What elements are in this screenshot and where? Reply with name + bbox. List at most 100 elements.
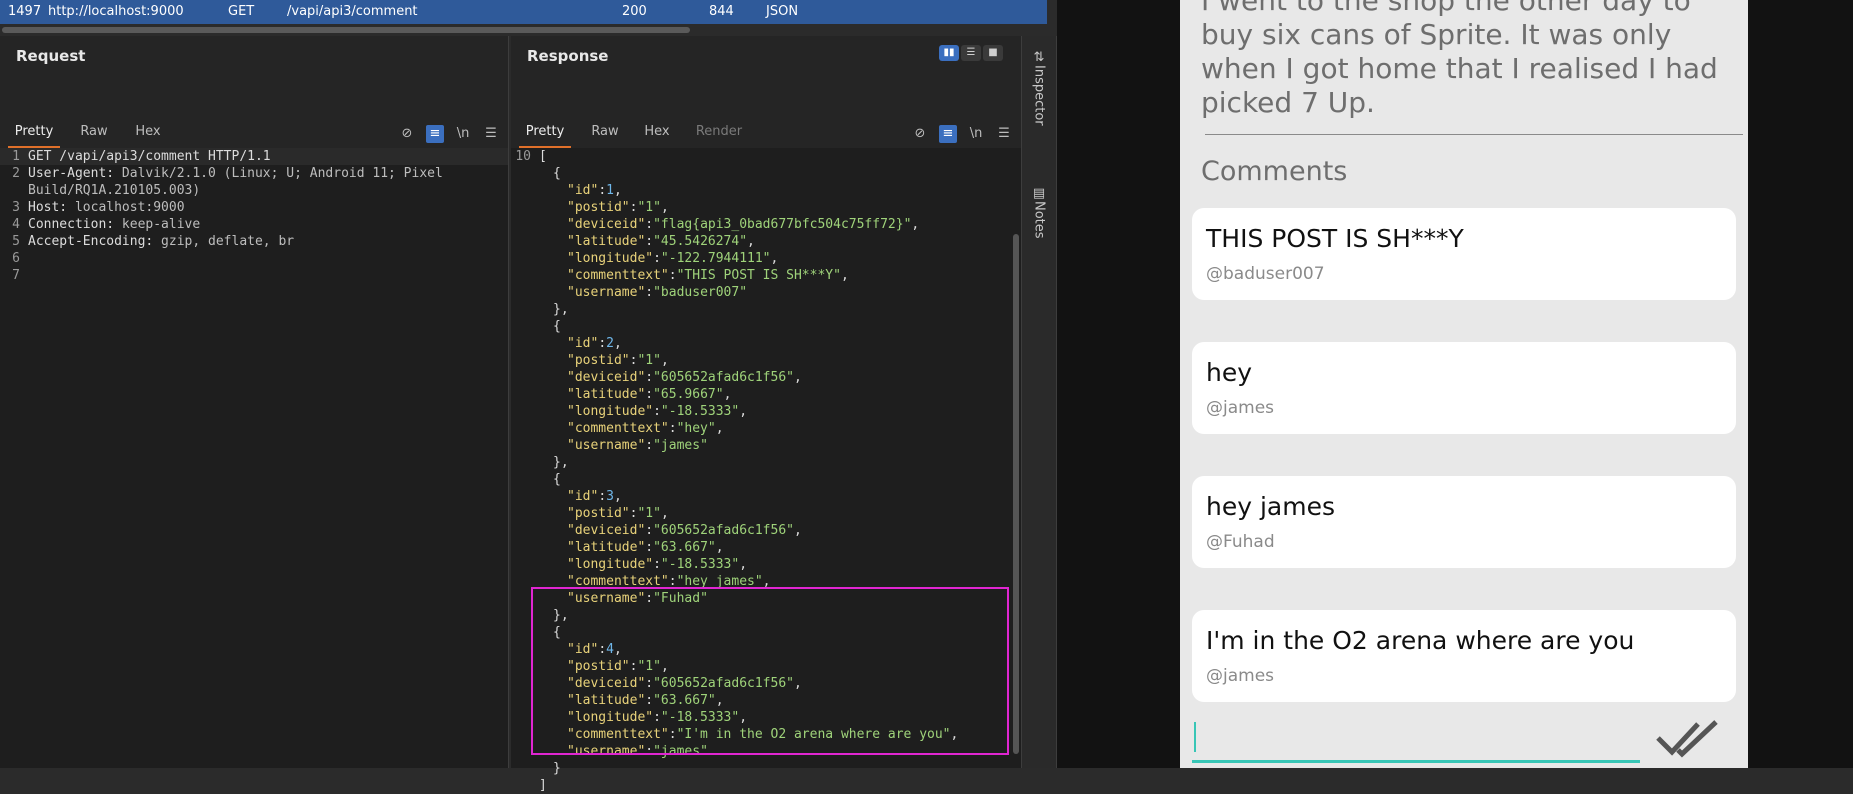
response-line: ] <box>539 778 547 793</box>
history-length: 844 <box>709 4 734 19</box>
request-line: 2 User-Agent: Dalvik/2.1.0 (Linux; U; And… <box>12 166 443 181</box>
wrap-icon[interactable]: ≡ <box>939 125 957 143</box>
split-view-icon[interactable]: ▮▮ <box>939 45 959 61</box>
inspector-toggle[interactable]: ⇅ Inspector <box>1022 50 1056 130</box>
history-mime: JSON <box>766 4 799 19</box>
request-line: 1 GET /vapi/api3/comment HTTP/1.1 <box>0 148 508 165</box>
comment-input[interactable] <box>1192 710 1640 763</box>
response-vertical-scrollbar[interactable] <box>1013 234 1019 754</box>
response-editor[interactable]: 10[ { "id":1, "postid":"1", "deviceid":"fla… <box>511 148 1021 793</box>
inspector-label: Inspector <box>1031 65 1047 126</box>
response-field-line: "commenttext":"hey", <box>567 421 724 436</box>
post-text: I went to the shop the other day to buy … <box>1201 0 1718 119</box>
newline-icon[interactable]: \n <box>454 125 472 143</box>
send-double-check-icon[interactable] <box>1654 716 1724 760</box>
menu-icon[interactable]: ☰ <box>995 125 1013 143</box>
response-field-line: "commenttext":"THIS POST IS SH***Y", <box>567 268 849 283</box>
hide-icon[interactable]: ⊘ <box>911 125 929 143</box>
response-field-line: "deviceid":"605652afad6c1f56", <box>567 523 802 538</box>
response-field-line: "longitude":"-18.5333", <box>567 404 748 419</box>
request-tabs: Pretty Raw Hex ⊘ ≡ \n ☰ <box>0 82 508 149</box>
comment-username: @Fuhad <box>1206 532 1275 552</box>
comment-card[interactable]: I'm in the O2 arena where are you @james <box>1192 610 1736 702</box>
comment-text: I'm in the O2 arena where are you <box>1206 626 1635 655</box>
notes-icon: ▤ <box>1032 186 1046 201</box>
response-field-line: "postid":"1", <box>567 659 669 674</box>
menu-icon[interactable]: ☰ <box>482 125 500 143</box>
stacked-view-icon[interactable]: ☰ <box>961 45 981 61</box>
screen-margin <box>1748 0 1853 768</box>
single-view-icon[interactable]: ■ <box>983 45 1003 61</box>
response-json-body: { "id":1, "postid":"1", "deviceid":"flag{ap… <box>511 165 1021 777</box>
comment-text: hey <box>1206 358 1253 387</box>
view-layout-toggle: ▮▮ ☰ ■ <box>939 45 1003 61</box>
response-line: { <box>553 319 561 334</box>
response-field-line: "commenttext":"I'm in the O2 arena where… <box>567 727 959 742</box>
response-panel: Response Pretty Raw Hex Render ⊘ ≡ \n ☰ … <box>511 36 1022 793</box>
tab-response-pretty[interactable]: Pretty <box>519 122 571 149</box>
tab-response-render[interactable]: Render <box>691 122 747 146</box>
response-field-line: "username":"james" <box>567 744 708 759</box>
notes-toggle[interactable]: ▤ Notes <box>1022 186 1056 243</box>
response-field-line: "longitude":"-122.7944111", <box>567 251 779 266</box>
comment-username: @james <box>1206 666 1275 686</box>
request-editor[interactable]: 1 GET /vapi/api3/comment HTTP/1.1 2 User-A… <box>0 148 508 768</box>
divider <box>1205 134 1743 135</box>
history-path: /vapi/api3/comment <box>287 4 418 19</box>
wrap-icon[interactable]: ≡ <box>426 125 444 143</box>
hide-icon[interactable]: ⊘ <box>398 125 416 143</box>
side-rail: ⇅ Inspector ▤ Notes <box>1022 36 1057 768</box>
horizontal-scroll-thumb[interactable] <box>2 27 690 33</box>
response-field-line: "latitude":"63.667", <box>567 693 724 708</box>
response-field-line: "id":3, <box>567 489 622 504</box>
mobile-app: I went to the shop the other day to buy … <box>1180 0 1748 768</box>
request-line: 5 Accept-Encoding: gzip, deflate, br <box>12 234 295 249</box>
response-field-line: "deviceid":"flag{api3_0bad677bfc504c75ff… <box>567 217 920 232</box>
response-line: } <box>553 761 561 776</box>
request-panel: Request Pretty Raw Hex ⊘ ≡ \n ☰ 1 GET /va… <box>0 36 509 768</box>
response-line: }, <box>553 455 569 470</box>
response-field-line: "username":"james" <box>567 438 708 453</box>
comment-username: @james <box>1206 398 1275 418</box>
response-line: 10[ <box>515 149 547 164</box>
comment-card[interactable]: hey james @Fuhad <box>1192 476 1736 568</box>
response-field-line: "postid":"1", <box>567 353 669 368</box>
response-line: }, <box>553 302 569 317</box>
response-line: { <box>553 166 561 181</box>
tab-response-raw[interactable]: Raw <box>587 122 623 146</box>
request-line: Build/RQ1A.210105.003) <box>28 183 201 198</box>
response-field-line: "deviceid":"605652afad6c1f56", <box>567 676 802 691</box>
request-line: 4 Connection: keep-alive <box>12 217 201 232</box>
newline-icon[interactable]: \n <box>967 125 985 143</box>
history-host: http://localhost:9000 <box>48 4 184 19</box>
request-line: 6 <box>12 251 20 266</box>
comment-text: hey james <box>1206 492 1335 521</box>
response-field-line: "longitude":"-18.5333", <box>567 557 748 572</box>
tab-response-hex[interactable]: Hex <box>637 122 677 146</box>
response-field-line: "commenttext":"hey james", <box>567 574 771 589</box>
request-title: Request <box>16 47 86 65</box>
request-line: 3 Host: localhost:9000 <box>12 200 185 215</box>
history-status: 200 <box>622 4 647 19</box>
history-method: GET <box>228 4 255 19</box>
response-field-line: "postid":"1", <box>567 200 669 215</box>
response-field-line: "longitude":"-18.5333", <box>567 710 748 725</box>
response-field-line: "latitude":"63.667", <box>567 540 724 555</box>
tab-request-hex[interactable]: Hex <box>128 122 168 146</box>
notes-label: Notes <box>1031 201 1047 239</box>
text-cursor <box>1194 722 1196 752</box>
comment-card[interactable]: hey @james <box>1192 342 1736 434</box>
history-row-selected[interactable]: 1497 http://localhost:9000 GET /vapi/api… <box>0 0 1047 24</box>
response-field-line: "deviceid":"605652afad6c1f56", <box>567 370 802 385</box>
tab-request-pretty[interactable]: Pretty <box>8 122 60 149</box>
response-line: { <box>553 472 561 487</box>
response-field-line: "username":"baduser007" <box>567 285 748 300</box>
comment-card[interactable]: THIS POST IS SH***Y @baduser007 <box>1192 208 1736 300</box>
tab-request-raw[interactable]: Raw <box>76 122 112 146</box>
inspector-icon: ⇅ <box>1033 50 1045 65</box>
response-field-line: "id":1, <box>567 183 622 198</box>
response-line: }, <box>553 608 569 623</box>
response-field-line: "postid":"1", <box>567 506 669 521</box>
response-field-line: "username":"Fuhad" <box>567 591 708 606</box>
history-index: 1497 <box>8 4 42 19</box>
